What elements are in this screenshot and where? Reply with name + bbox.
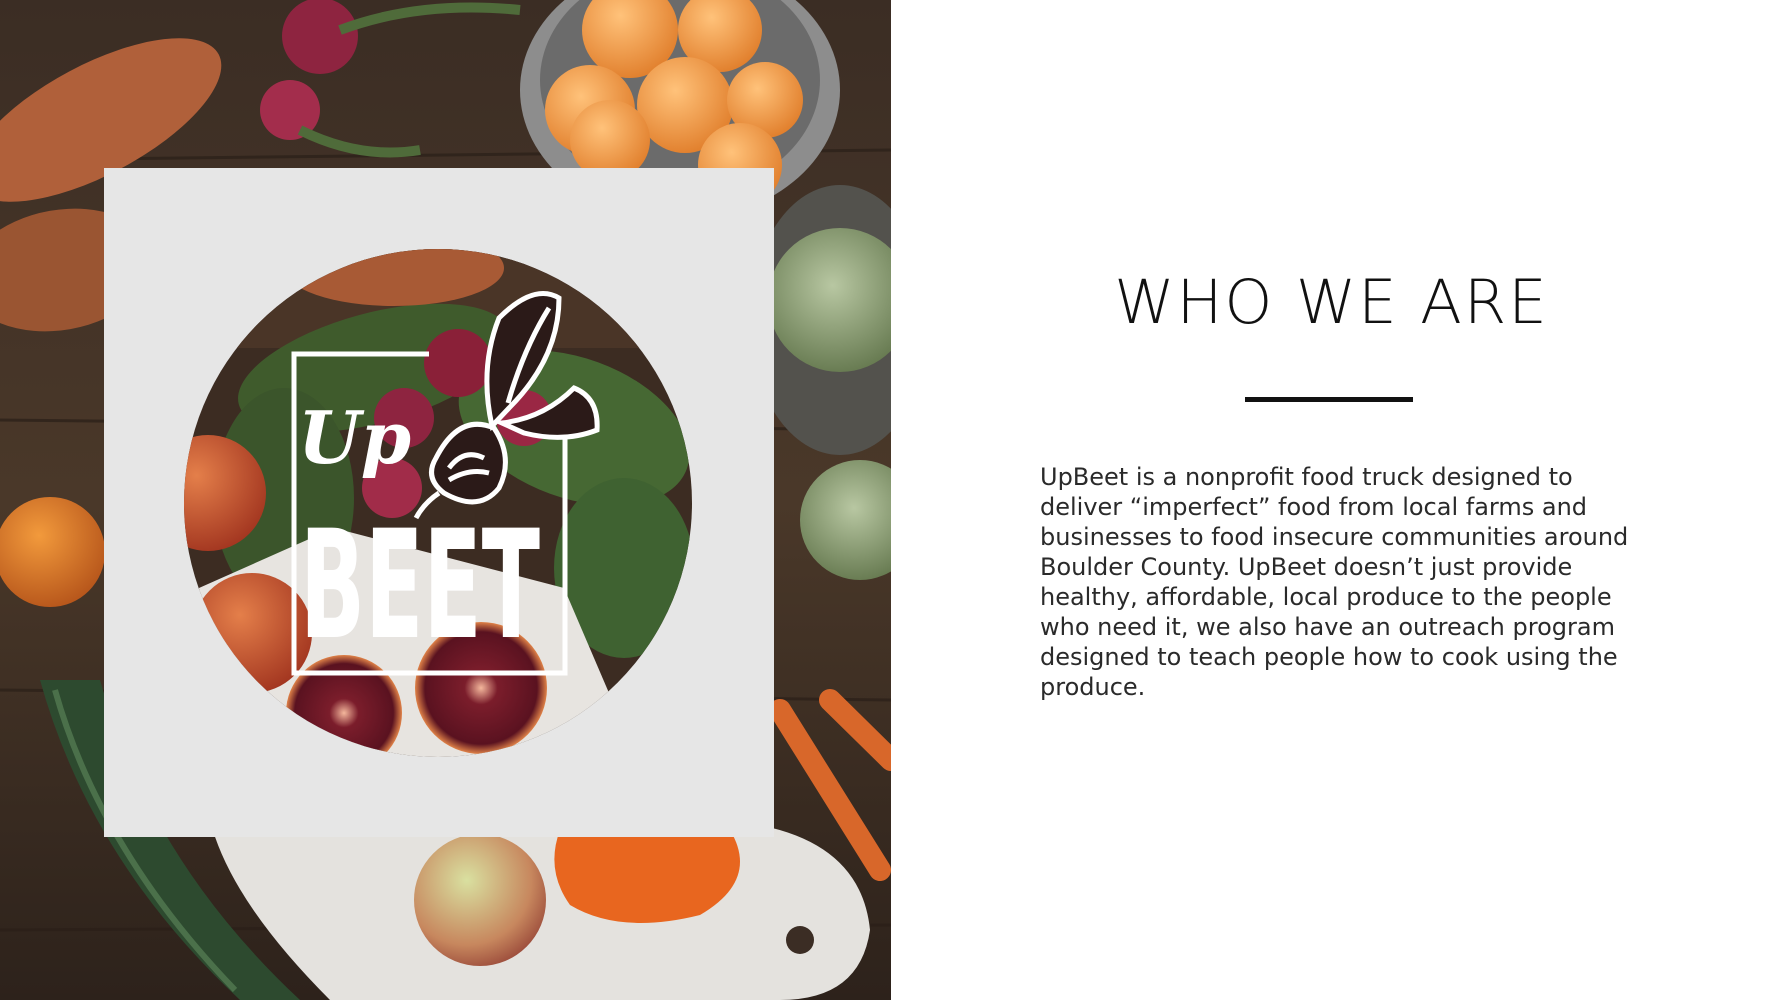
- slide: Up BEET WHO WE ARE UpBeet is a nonprofit…: [0, 0, 1772, 1000]
- content-panel: WHO WE ARE UpBeet is a nonprofit food tr…: [891, 0, 1772, 1000]
- produce-photo: Up BEET: [0, 0, 891, 1000]
- logo-word-beet: BEET: [300, 499, 540, 673]
- section-title: WHO WE ARE: [1114, 267, 1549, 338]
- logo-word-up: Up: [298, 395, 411, 480]
- title-divider: [1245, 397, 1413, 402]
- upbeet-logo: Up BEET: [184, 249, 692, 757]
- logo-card: Up BEET: [104, 168, 774, 837]
- section-body: UpBeet is a nonprofit food truck designe…: [1040, 463, 1629, 701]
